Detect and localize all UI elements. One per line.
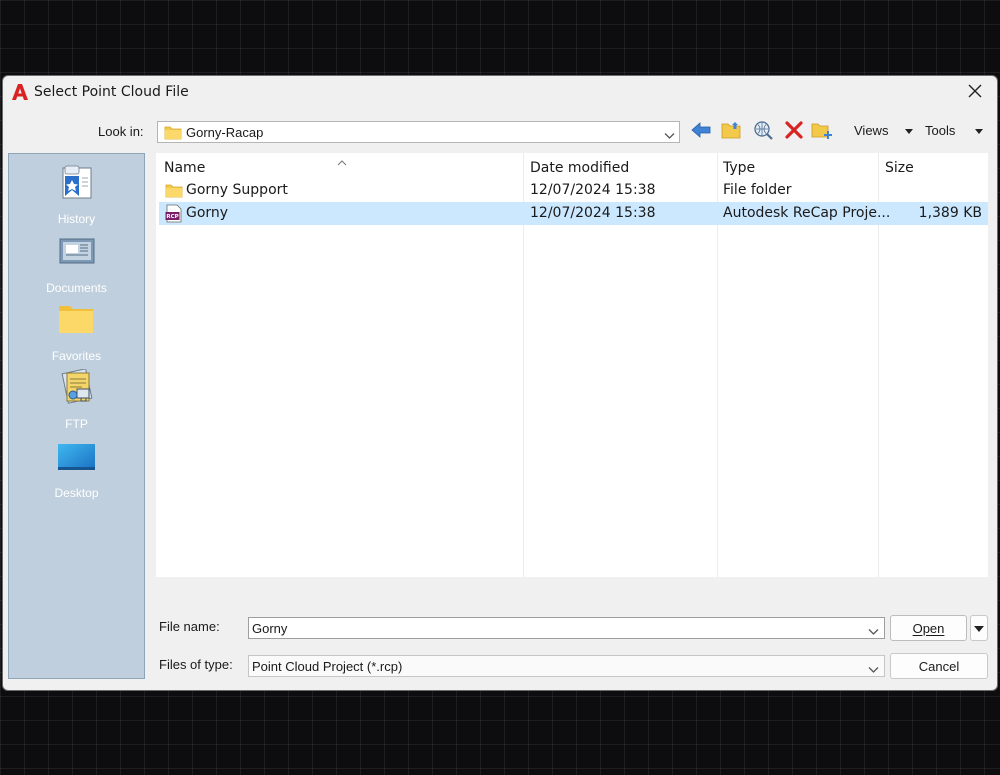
new-folder-button[interactable] <box>811 121 833 143</box>
place-label: Desktop <box>54 486 99 500</box>
select-point-cloud-dialog: Select Point Cloud File Look in: Gorny-R… <box>2 75 998 691</box>
search-web-button[interactable] <box>752 120 774 145</box>
chevron-down-icon <box>868 661 879 679</box>
file-row-gorny-support[interactable]: Gorny Support 12/07/2024 15:38 File fold… <box>159 179 988 202</box>
file-name: Gorny <box>186 205 229 221</box>
place-favorites[interactable]: Favorites <box>9 297 144 363</box>
look-in-value: Gorny-Racap <box>186 125 264 140</box>
close-icon <box>968 84 982 103</box>
column-header-date-modified[interactable]: Date modified <box>530 160 629 176</box>
search-web-icon <box>752 120 774 145</box>
file-type-dropdown[interactable]: Point Cloud Project (*.rcp) <box>248 655 885 677</box>
place-history[interactable]: History <box>9 160 144 226</box>
new-folder-icon <box>811 120 833 145</box>
views-menu[interactable]: Views <box>854 123 888 138</box>
delete-icon <box>784 120 804 145</box>
look-in-dropdown[interactable]: Gorny-Racap <box>157 121 680 143</box>
history-icon <box>57 164 95 200</box>
file-name: Gorny Support <box>186 182 288 198</box>
file-name-label: File name: <box>159 619 220 634</box>
file-type-label: Files of type: <box>159 657 233 672</box>
file-size: 1,389 KB <box>918 205 982 221</box>
place-desktop[interactable]: Desktop <box>9 434 144 500</box>
delete-button[interactable] <box>783 120 805 145</box>
sort-ascending-icon <box>337 153 347 171</box>
place-label: History <box>57 212 96 226</box>
file-date: 12/07/2024 15:38 <box>530 182 656 198</box>
favorites-folder-icon <box>57 301 95 337</box>
autocad-logo-icon <box>11 82 29 102</box>
back-button[interactable] <box>690 121 712 143</box>
column-header-size[interactable]: Size <box>885 160 914 176</box>
chevron-down-icon <box>664 127 675 145</box>
file-type: File folder <box>723 182 792 198</box>
desktop-icon <box>57 438 96 474</box>
look-in-label: Look in: <box>98 124 144 139</box>
place-label: FTP <box>65 417 88 431</box>
dialog-title: Select Point Cloud File <box>34 84 189 100</box>
open-options-button[interactable] <box>970 615 988 641</box>
up-folder-icon <box>721 120 743 145</box>
place-label: Favorites <box>51 349 102 363</box>
close-button[interactable] <box>961 80 989 106</box>
file-row-gorny[interactable]: RCP Gorny 12/07/2024 15:38 Autodesk ReCa… <box>159 202 988 225</box>
open-button-label: Open <box>912 620 945 636</box>
folder-icon <box>164 125 182 145</box>
cancel-button[interactable]: Cancel <box>890 653 988 679</box>
caret-down-icon <box>974 619 984 637</box>
file-date: 12/07/2024 15:38 <box>530 205 656 221</box>
file-name-value: Gorny <box>252 621 288 636</box>
svg-text:RCP: RCP <box>166 214 178 220</box>
file-list[interactable]: Name Date modified Type Size Gorny Suppo… <box>156 153 988 577</box>
tools-menu[interactable]: Tools <box>925 123 955 138</box>
ftp-icon <box>57 368 95 405</box>
file-name-input[interactable]: Gorny <box>248 617 885 639</box>
back-arrow-icon <box>690 121 712 144</box>
views-dropdown-arrow-icon[interactable] <box>905 129 913 134</box>
chevron-down-icon[interactable] <box>868 623 879 641</box>
documents-icon <box>57 233 95 269</box>
folder-icon <box>165 183 183 203</box>
up-folder-button[interactable] <box>721 121 743 143</box>
column-header-type[interactable]: Type <box>723 160 755 176</box>
file-type-value: Point Cloud Project (*.rcp) <box>252 659 403 674</box>
place-label: Documents <box>46 281 107 295</box>
file-type: Autodesk ReCap Proje... <box>723 205 891 221</box>
places-sidebar: History Documents Favorites FTP Desktop <box>8 153 145 679</box>
column-header-name[interactable]: Name <box>164 160 205 176</box>
place-ftp[interactable]: FTP <box>9 365 144 431</box>
place-documents[interactable]: Documents <box>9 229 144 295</box>
tools-dropdown-arrow-icon[interactable] <box>975 129 983 134</box>
rcp-file-icon: RCP <box>165 204 183 228</box>
cancel-button-label: Cancel <box>918 658 960 674</box>
open-button[interactable]: Open <box>890 615 967 641</box>
title-bar: Select Point Cloud File <box>3 76 997 110</box>
